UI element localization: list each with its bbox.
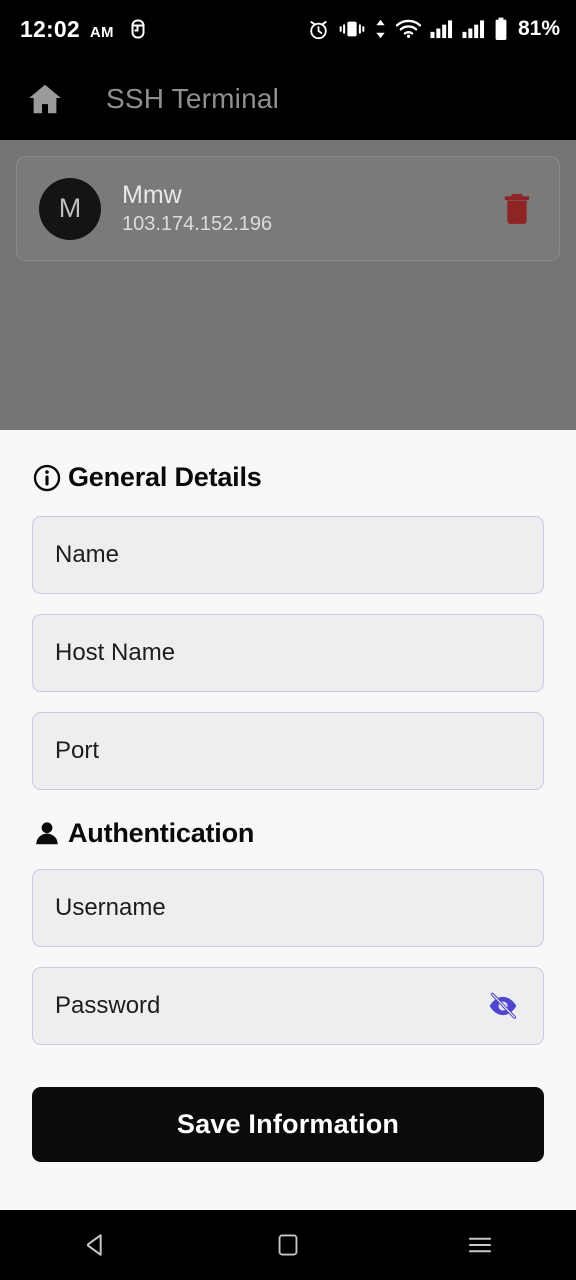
recents-menu-icon[interactable] — [435, 1210, 525, 1280]
section-title: General Details — [68, 462, 262, 492]
port-field[interactable]: Port — [32, 712, 544, 790]
section-header-general-details: General Details — [32, 462, 544, 493]
home-icon[interactable] — [26, 80, 64, 118]
status-bar-right: 81% — [307, 17, 576, 41]
connection-host: 103.174.152.196 — [122, 212, 273, 235]
connection-name: Mmw — [122, 181, 182, 210]
connection-list-item[interactable]: M Mmw 103.174.152.196 — [16, 156, 560, 261]
status-time: 12:02 — [20, 15, 80, 42]
phone-screen: 12:02 AM 81% SSH Terminal M Mmw 103.174.… — [0, 0, 576, 1280]
wifi-icon — [395, 19, 421, 39]
home-square-icon[interactable] — [243, 1210, 333, 1280]
section-title: Authentication — [68, 818, 255, 848]
username-field[interactable]: Username — [32, 869, 544, 947]
password-field[interactable]: Password — [32, 967, 544, 1045]
name-field-placeholder: Name — [55, 541, 120, 568]
save-information-button[interactable]: Save Information — [32, 1087, 544, 1162]
trash-icon[interactable] — [495, 185, 539, 233]
app-bar: SSH Terminal — [0, 58, 576, 140]
vibrate-icon — [339, 18, 365, 40]
name-field[interactable]: Name — [32, 516, 544, 594]
host-name-field[interactable]: Host Name — [32, 614, 544, 692]
alarm-icon — [307, 18, 330, 41]
android-nav-bar — [0, 1210, 576, 1280]
battery-icon — [494, 17, 508, 41]
host-name-field-placeholder: Host Name — [55, 639, 176, 666]
page-title: SSH Terminal — [106, 83, 280, 114]
edit-connection-sheet: General Details Name Host Name Port Auth… — [0, 430, 576, 1210]
battery-percent: 81% — [517, 17, 560, 40]
status-ampm: AM — [89, 23, 114, 41]
status-bar-left: 12:02 AM — [0, 16, 146, 43]
connection-info: Mmw 103.174.152.196 — [122, 181, 272, 236]
password-field-placeholder: Password — [55, 992, 161, 1019]
username-field-placeholder: Username — [55, 894, 166, 921]
signal-bars-2-icon — [462, 19, 485, 39]
person-icon — [32, 819, 62, 849]
status-bar: 12:02 AM 81% — [0, 0, 576, 58]
avatar: M — [39, 177, 101, 240]
eye-off-icon[interactable] — [483, 986, 523, 1026]
back-triangle-icon[interactable] — [51, 1210, 141, 1280]
connection-list-scrim: M Mmw 103.174.152.196 — [0, 140, 576, 430]
section-header-authentication: Authentication — [32, 818, 544, 849]
info-circle-icon — [32, 463, 62, 493]
notification-badge-icon — [130, 18, 146, 40]
signal-bars-1-icon — [430, 19, 453, 39]
data-transfer-icon — [374, 18, 387, 40]
port-field-placeholder: Port — [55, 737, 100, 764]
